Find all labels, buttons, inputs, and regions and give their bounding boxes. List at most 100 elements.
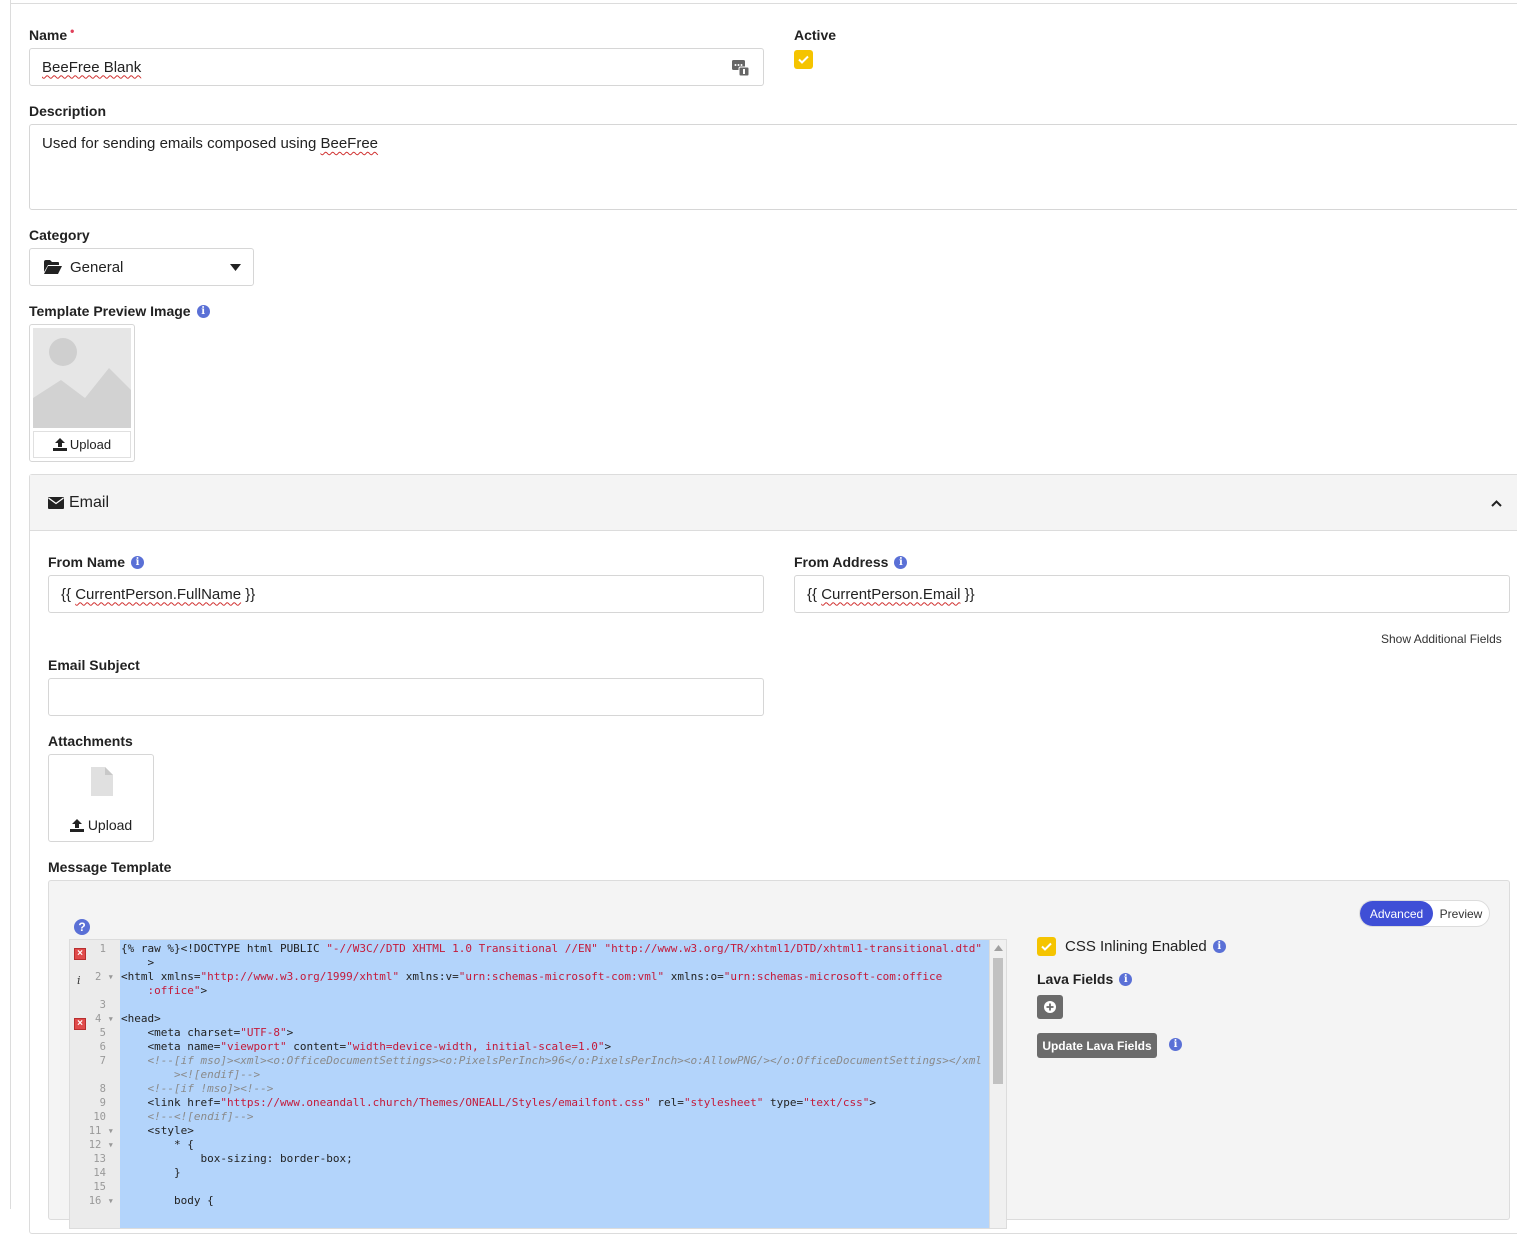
css-inlining-checkbox[interactable] — [1037, 937, 1056, 956]
scroll-up-arrow-icon[interactable] — [994, 945, 1003, 951]
preview-image-label: Template Preview Image i — [29, 303, 210, 319]
code-token: "-//W3C//DTD XHTML 1.0 Transitional //EN… — [326, 942, 598, 955]
email-panel-header[interactable]: Email — [30, 475, 1517, 531]
code-token: "http://www.w3.org/TR/xhtml1/DTD/xhtml1-… — [604, 942, 982, 955]
show-additional-fields-link[interactable]: Show Additional Fields — [1381, 632, 1502, 646]
code-token: "text/css" — [803, 1096, 870, 1109]
line-number: 14 — [93, 1167, 106, 1179]
code-text: body { — [121, 1194, 214, 1208]
code-token: type= — [763, 1096, 804, 1109]
code-token: <meta charset= — [121, 1026, 241, 1039]
from-address-label: From Address i — [794, 554, 908, 570]
caret-down-icon — [230, 264, 241, 271]
line-number: 3 — [99, 999, 106, 1011]
category-dropdown[interactable]: General — [29, 248, 254, 286]
code-text: <meta charset="UTF-8"> — [121, 1026, 293, 1040]
preview-image-uploader[interactable]: Upload — [29, 324, 135, 462]
code-token: <link href= — [121, 1096, 221, 1109]
line-number: 9 — [99, 1097, 106, 1109]
attachments-upload-button[interactable]: Upload — [49, 815, 153, 835]
required-marker: • — [70, 24, 75, 38]
code-token: "width=device-width, initial-scale=1.0" — [346, 1040, 605, 1053]
description-label: Description — [29, 103, 107, 119]
code-text: } — [121, 1166, 181, 1180]
code-text: {% raw %}<!DOCTYPE html PUBLIC "-//W3C//… — [121, 942, 982, 956]
code-token: * { — [121, 1138, 194, 1151]
email-panel-title: Email — [69, 494, 110, 511]
update-lava-info: i — [1163, 1036, 1182, 1052]
info-icon[interactable]: i — [1169, 1037, 1182, 1051]
code-text: <!--<![endif]--> — [121, 1110, 253, 1124]
scrollbar-thumb[interactable] — [993, 958, 1003, 1084]
code-text: <!--[if mso]><xml><o:OfficeDocumentSetti… — [121, 1054, 981, 1068]
folder-open-icon — [44, 260, 62, 274]
attachments-uploader[interactable]: Upload — [48, 754, 154, 842]
line-number — [70, 956, 106, 970]
code-line: 15 — [70, 1180, 989, 1194]
info-icon[interactable]: i — [1212, 939, 1226, 953]
line-number: 15 — [93, 1181, 106, 1193]
line-number: 7 — [99, 1055, 106, 1067]
code-token: {% raw %}<!DOCTYPE html PUBLIC — [121, 942, 327, 955]
info-icon[interactable]: i — [196, 304, 210, 318]
code-line: 9 <link href="https://www.oneandall.chur… — [70, 1096, 989, 1110]
code-scrollbar[interactable] — [989, 940, 1006, 1228]
from-address-input[interactable]: {{ CurrentPerson.Email }} — [794, 575, 1510, 613]
info-icon[interactable]: i — [131, 555, 145, 569]
line-number: 10 — [93, 1111, 106, 1123]
message-template-label: Message Template — [48, 859, 172, 875]
add-lava-field-button[interactable] — [1037, 995, 1063, 1019]
code-text: :office"> — [121, 984, 207, 998]
code-token: "urn:schemas-microsoft-com:office — [723, 970, 943, 983]
code-token: <html xmlns= — [121, 970, 201, 983]
code-line: 13 box-sizing: border-box; — [70, 1152, 989, 1166]
email-subject-input[interactable] — [48, 678, 764, 716]
code-token: "http://www.w3.org/1999/xhtml" — [200, 970, 400, 983]
line-number: 4 ▾ — [95, 1013, 114, 1025]
envelope-icon — [48, 497, 64, 509]
code-line: × 1 {% raw %}<!DOCTYPE html PUBLIC "-//W3C… — [70, 942, 989, 960]
top-border — [10, 3, 1517, 4]
code-token: box-sizing: border-box; — [121, 1152, 353, 1165]
code-line: 6 <meta name="viewport" content="width=d… — [70, 1040, 989, 1054]
check-icon — [1041, 942, 1052, 951]
from-name-input[interactable]: {{ CurrentPerson.FullName }} — [48, 575, 764, 613]
preview-upload-button[interactable]: Upload — [33, 431, 131, 458]
code-token: > — [121, 956, 155, 969]
line-number: 13 — [93, 1153, 106, 1165]
code-token: :office" — [121, 984, 201, 997]
description-value: Used for sending emails composed using B… — [42, 135, 379, 152]
code-token: > — [286, 1026, 294, 1039]
code-text: <head> — [121, 1012, 161, 1026]
active-checkbox[interactable] — [794, 50, 813, 69]
lava-fields-label: Lava Fields i — [1037, 971, 1133, 987]
line-number: 12 ▾ — [88, 1139, 114, 1151]
from-address-value: {{ CurrentPerson.Email }} — [807, 585, 975, 603]
upload-icon — [52, 438, 67, 451]
chevron-up-icon[interactable] — [1491, 500, 1502, 507]
name-input[interactable]: BeeFree Blank — [29, 48, 764, 86]
name-label: Name • — [29, 24, 75, 43]
code-editor[interactable]: × 1 {% raw %}<!DOCTYPE html PUBLIC "-//W3C… — [69, 939, 1007, 1229]
update-lava-fields-button[interactable]: Update Lava Fields — [1037, 1033, 1157, 1058]
line-number: 6 — [99, 1041, 106, 1053]
code-text: <html xmlns="http://www.w3.org/1999/xhtm… — [121, 970, 942, 984]
advanced-button[interactable]: Advanced — [1360, 901, 1433, 926]
lava-merge-icon[interactable] — [732, 60, 750, 80]
active-label: Active — [794, 27, 837, 43]
code-line: 5 <meta charset="UTF-8"> — [70, 1026, 989, 1040]
file-icon — [91, 767, 113, 796]
attachments-upload-label: Upload — [87, 817, 133, 833]
info-icon[interactable]: i — [894, 555, 908, 569]
upload-icon — [69, 818, 84, 832]
question-circle-icon[interactable]: ? — [74, 919, 90, 935]
description-textarea[interactable]: Used for sending emails composed using B… — [29, 124, 1517, 210]
preview-upload-label: Upload — [69, 437, 112, 452]
image-placeholder-icon — [33, 328, 131, 428]
code-lines: × 1 {% raw %}<!DOCTYPE html PUBLIC "-//W3C… — [70, 942, 989, 1228]
code-token: ><![endif]--> — [121, 1068, 261, 1081]
code-token: xmlns:o= — [664, 970, 724, 983]
preview-button[interactable]: Preview — [1433, 901, 1489, 926]
info-icon[interactable]: i — [1119, 972, 1133, 986]
line-number: 8 — [99, 1083, 106, 1095]
